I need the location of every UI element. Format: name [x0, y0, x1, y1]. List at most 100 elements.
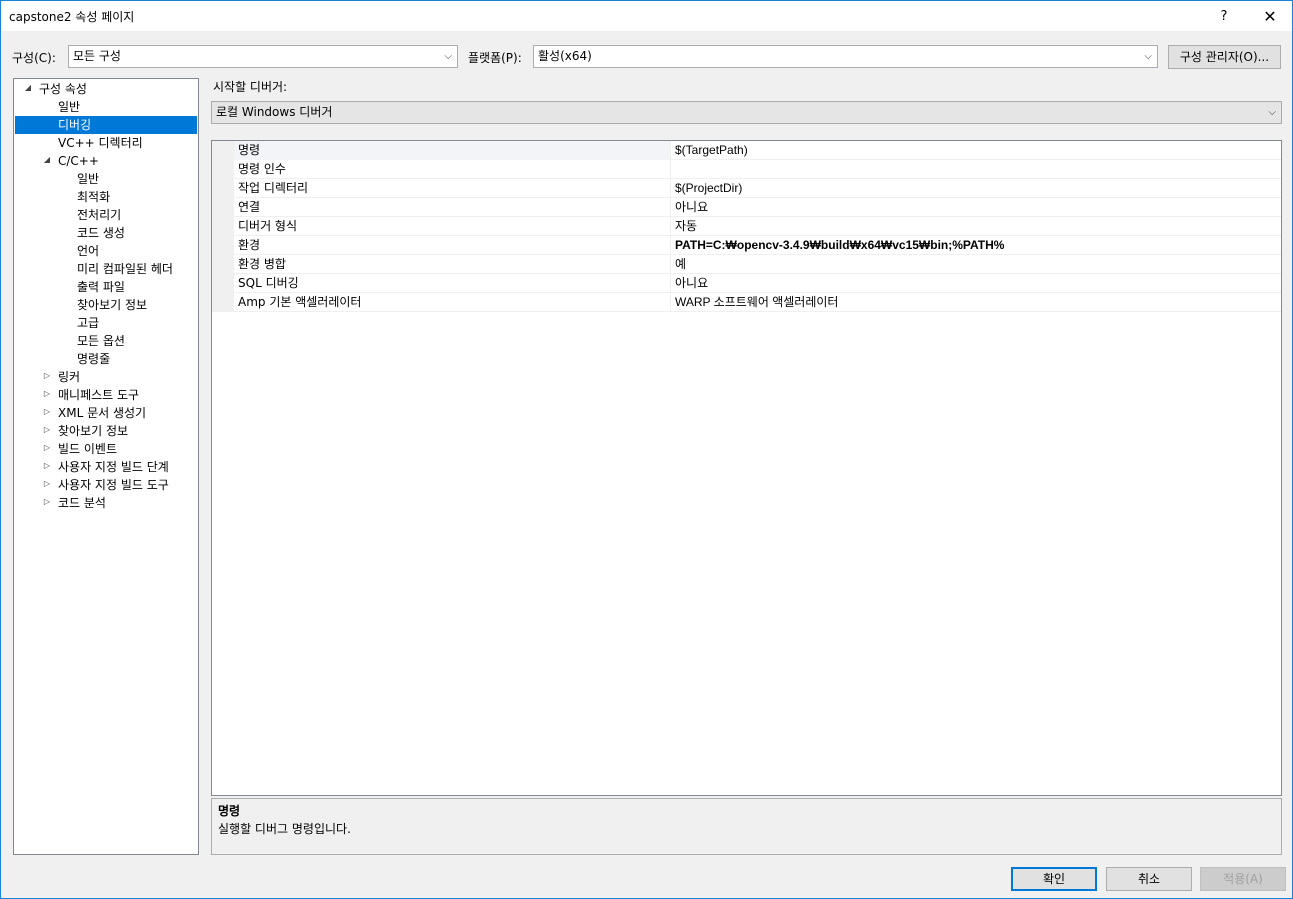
property-name: Amp 기본 액셀러레이터: [238, 295, 362, 309]
tree-item[interactable]: 코드 분석: [58, 494, 106, 512]
cancel-button[interactable]: 취소: [1106, 867, 1192, 891]
column-divider[interactable]: [670, 293, 671, 312]
column-divider[interactable]: [670, 255, 671, 274]
tree-item[interactable]: 최적화: [77, 188, 110, 206]
property-row[interactable]: 명령 인수: [212, 160, 1281, 179]
property-row[interactable]: Amp 기본 액셀러레이터 WARP 소프트웨어 액셀러레이터: [212, 293, 1281, 312]
description-text: 실행할 디버그 명령입니다.: [218, 822, 351, 836]
expand-arrow-icon[interactable]: ▷: [41, 425, 53, 434]
description-title: 명령: [218, 804, 241, 818]
tree-item[interactable]: 모든 옵션: [77, 332, 125, 350]
config-label: 구성(C):: [12, 51, 56, 65]
tree-item[interactable]: 고급: [77, 314, 99, 332]
row-gutter: [212, 236, 234, 255]
tree-item[interactable]: 디버깅: [15, 116, 197, 134]
platform-dropdown[interactable]: 활성(x64) ⌵: [533, 45, 1158, 68]
property-row[interactable]: 환경 PATH=C:₩opencv-3.4.9₩build₩x64₩vc15₩bi…: [212, 236, 1281, 255]
property-name: 연결: [238, 200, 261, 214]
tree-item[interactable]: 빌드 이벤트: [58, 440, 117, 458]
property-value[interactable]: PATH=C:₩opencv-3.4.9₩build₩x64₩vc15₩bin;…: [675, 236, 1004, 254]
tree-item[interactable]: 링커: [58, 368, 80, 386]
platform-value: 활성(x64): [538, 49, 592, 63]
ok-button[interactable]: 확인: [1011, 867, 1097, 891]
tree-item[interactable]: 찾아보기 정보: [77, 296, 147, 314]
property-row[interactable]: SQL 디버깅 아니요: [212, 274, 1281, 293]
property-value[interactable]: $(TargetPath): [675, 141, 748, 159]
expand-arrow-icon[interactable]: ▷: [41, 389, 53, 398]
column-divider[interactable]: [670, 217, 671, 236]
tree-item[interactable]: 언어: [77, 242, 99, 260]
apply-button[interactable]: 적용(A): [1200, 867, 1286, 891]
property-value[interactable]: 아니요: [675, 274, 708, 292]
window-title: capstone2 속성 페이지: [9, 10, 135, 24]
debugger-label: 시작할 디버거:: [213, 80, 288, 94]
property-name: 작업 디렉터리: [238, 181, 309, 195]
description-panel: 명령 실행할 디버그 명령입니다.: [211, 798, 1282, 855]
column-divider[interactable]: [670, 198, 671, 217]
tree-item[interactable]: 매니페스트 도구: [58, 386, 139, 404]
debugger-value: 로컬 Windows 디버거: [216, 105, 333, 119]
collapse-arrow-icon[interactable]: ◢: [22, 83, 34, 92]
expand-arrow-icon[interactable]: ▷: [41, 407, 53, 416]
debugger-dropdown[interactable]: 로컬 Windows 디버거 ⌵: [211, 101, 1282, 124]
close-button[interactable]: ✕: [1247, 1, 1293, 31]
collapse-arrow-icon[interactable]: ◢: [41, 155, 53, 164]
column-divider[interactable]: [670, 274, 671, 293]
tree-item[interactable]: 사용자 지정 빌드 도구: [58, 476, 169, 494]
property-value[interactable]: 자동: [675, 217, 697, 235]
tree-item[interactable]: VC++ 디렉터리: [58, 134, 143, 152]
tree-item[interactable]: 출력 파일: [77, 278, 125, 296]
tree-item[interactable]: 코드 생성: [77, 224, 125, 242]
tree-item[interactable]: 일반: [58, 98, 80, 116]
expand-arrow-icon[interactable]: ▷: [41, 443, 53, 452]
property-name: 디버거 형식: [238, 219, 298, 233]
column-divider[interactable]: [670, 179, 671, 198]
config-dropdown[interactable]: 모든 구성 ⌵: [68, 45, 458, 68]
property-grid[interactable]: 명령 $(TargetPath) 명령 인수작업 디렉터리 $(ProjectDir)…: [211, 140, 1282, 796]
tree-item[interactable]: 미리 컴파일된 헤더: [77, 260, 173, 278]
property-row[interactable]: 연결 아니요: [212, 198, 1281, 217]
chevron-down-icon: ⌵: [444, 51, 452, 62]
row-gutter: [212, 293, 234, 312]
expand-arrow-icon[interactable]: ▷: [41, 371, 53, 380]
expand-arrow-icon[interactable]: ▷: [41, 479, 53, 488]
property-row[interactable]: 디버거 형식 자동: [212, 217, 1281, 236]
property-tree[interactable]: ◢ 구성 속성 일반 디버깅 VC++ 디렉터리 ◢ C/C++ 일반 최적화 전처리기 코드 생성…: [13, 78, 199, 855]
row-gutter: [212, 179, 234, 198]
property-name: 환경 병합: [238, 257, 286, 271]
platform-label: 플랫폼(P):: [468, 51, 522, 65]
column-divider[interactable]: [670, 160, 671, 179]
tree-item[interactable]: C/C++: [58, 152, 99, 170]
config-manager-button[interactable]: 구성 관리자(O)...: [1168, 45, 1281, 69]
tree-item[interactable]: 찾아보기 정보: [58, 422, 128, 440]
tree-item[interactable]: 구성 속성: [39, 80, 87, 98]
property-value[interactable]: 예: [675, 255, 686, 273]
property-row[interactable]: 명령 $(TargetPath): [212, 141, 1281, 160]
row-gutter: [212, 217, 234, 236]
row-gutter: [212, 198, 234, 217]
chevron-down-icon: ⌵: [1144, 51, 1152, 62]
row-highlight: [234, 141, 670, 160]
config-value: 모든 구성: [73, 49, 121, 63]
property-value[interactable]: WARP 소프트웨어 액셀러레이터: [675, 293, 838, 311]
row-gutter: [212, 255, 234, 274]
column-divider[interactable]: [670, 236, 671, 255]
chevron-down-icon: ⌵: [1268, 107, 1276, 118]
tree-item[interactable]: 일반: [77, 170, 99, 188]
tree-item[interactable]: 사용자 지정 빌드 단계: [58, 458, 169, 476]
tree-item[interactable]: 명령줄: [77, 350, 110, 368]
tree-item[interactable]: XML 문서 생성기: [58, 404, 146, 422]
property-row[interactable]: 작업 디렉터리 $(ProjectDir): [212, 179, 1281, 198]
tree-item[interactable]: 전처리기: [77, 206, 121, 224]
property-name: 명령: [238, 143, 261, 157]
help-button[interactable]: ?: [1201, 1, 1247, 31]
column-divider[interactable]: [670, 141, 671, 160]
expand-arrow-icon[interactable]: ▷: [41, 497, 53, 506]
property-pages-dialog: capstone2 속성 페이지 ? ✕ 구성(C): 모든 구성 ⌵ 플랫폼(…: [0, 0, 1293, 899]
expand-arrow-icon[interactable]: ▷: [41, 461, 53, 470]
property-value[interactable]: $(ProjectDir): [675, 179, 742, 197]
row-gutter: [212, 274, 234, 293]
property-name: 환경: [238, 238, 261, 252]
property-row[interactable]: 환경 병합 예: [212, 255, 1281, 274]
property-value[interactable]: 아니요: [675, 198, 708, 216]
